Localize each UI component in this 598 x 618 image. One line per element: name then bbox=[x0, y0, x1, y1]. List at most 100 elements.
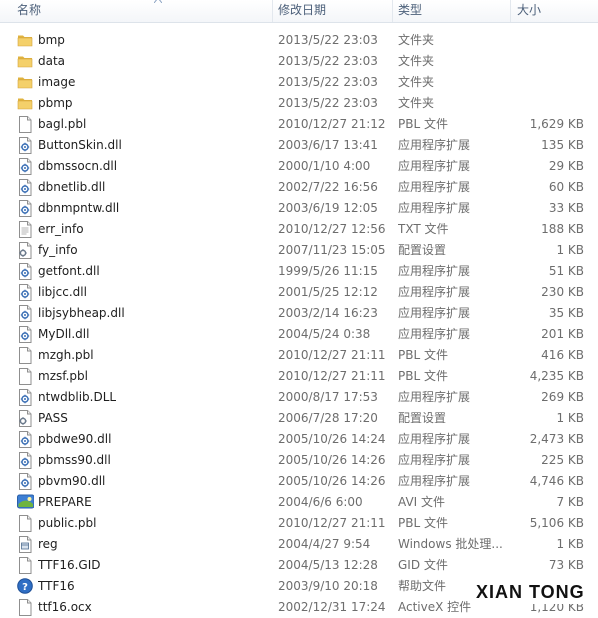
file-row-dbnetlib-dll[interactable]: dbnetlib.dll 2002/7/22 16:56 应用程序扩展 60 KB bbox=[0, 177, 598, 198]
column-header-type[interactable]: 类型 bbox=[398, 0, 506, 22]
file-size: 135 KB bbox=[541, 138, 584, 152]
file-size: 416 KB bbox=[541, 348, 584, 362]
file-name: pbdwe90.dll bbox=[38, 432, 112, 446]
file-row-mzgh-pbl[interactable]: mzgh.pbl 2010/12/27 21:11 PBL 文件 416 KB bbox=[0, 345, 598, 366]
file-name: MyDll.dll bbox=[38, 327, 90, 341]
file-type: 应用程序扩展 bbox=[398, 474, 471, 488]
file-icon bbox=[17, 597, 34, 618]
column-separator[interactable] bbox=[272, 0, 273, 22]
file-modified-date: 2004/4/27 9:54 bbox=[278, 537, 371, 551]
dll-icon bbox=[17, 429, 34, 450]
column-header-name[interactable]: 名称 bbox=[17, 0, 272, 22]
file-row-public-pbl[interactable]: public.pbl 2010/12/27 21:11 PBL 文件 5,106 KB bbox=[0, 513, 598, 534]
file-row-libjsybheap-dll[interactable]: libjsybheap.dll 2003/2/14 16:23 应用程序扩展 35 K… bbox=[0, 303, 598, 324]
file-modified-date: 2001/5/25 12:12 bbox=[278, 285, 378, 299]
file-modified-date: 2003/2/14 16:23 bbox=[278, 306, 378, 320]
file-modified-date: 2010/12/27 12:56 bbox=[278, 222, 386, 236]
column-header-size[interactable]: 大小 bbox=[517, 0, 597, 22]
file-size bbox=[510, 51, 584, 72]
file-size: 188 KB bbox=[541, 222, 584, 236]
file-row-ttf16-gid[interactable]: TTF16.GID 2004/5/13 12:28 GID 文件 73 KB bbox=[0, 555, 598, 576]
dll-icon bbox=[17, 471, 34, 492]
file-name: public.pbl bbox=[38, 516, 97, 530]
config-file-icon bbox=[17, 408, 34, 429]
file-size: 5,106 KB bbox=[529, 516, 584, 530]
file-modified-date: 2003/6/17 13:41 bbox=[278, 138, 378, 152]
file-type: 文件夹 bbox=[398, 75, 435, 89]
file-size: 1 KB bbox=[556, 537, 584, 551]
file-name: data bbox=[38, 54, 66, 68]
file-row-mydll-dll[interactable]: MyDll.dll 2004/5/24 0:38 应用程序扩展 201 KB bbox=[0, 324, 598, 345]
file-type: 应用程序扩展 bbox=[398, 453, 471, 467]
file-size: 73 KB bbox=[548, 558, 584, 572]
column-header-size-label: 大小 bbox=[517, 3, 542, 17]
file-modified-date: 2005/10/26 14:26 bbox=[278, 453, 386, 467]
file-modified-date: 2010/12/27 21:11 bbox=[278, 348, 386, 362]
help-file-icon: ? bbox=[17, 576, 34, 597]
file-size bbox=[510, 72, 584, 93]
file-name: ttf16.ocx bbox=[38, 600, 92, 614]
file-modified-date: 2013/5/22 23:03 bbox=[278, 33, 378, 47]
file-type: AVI 文件 bbox=[398, 495, 446, 509]
column-header-date-label: 修改日期 bbox=[278, 3, 327, 17]
column-header-date[interactable]: 修改日期 bbox=[278, 0, 390, 22]
file-row-image[interactable]: image 2013/5/22 23:03 文件夹 bbox=[0, 72, 598, 93]
file-row-dbnmpntw-dll[interactable]: dbnmpntw.dll 2003/6/19 12:05 应用程序扩展 33 KB bbox=[0, 198, 598, 219]
file-modified-date: 2002/12/31 17:24 bbox=[278, 600, 386, 614]
file-row-fy-info[interactable]: fy_info 2007/11/23 15:05 配置设置 1 KB bbox=[0, 240, 598, 261]
file-row-pbdwe90-dll[interactable]: pbdwe90.dll 2005/10/26 14:24 应用程序扩展 2,473 K… bbox=[0, 429, 598, 450]
file-name: bagl.pbl bbox=[38, 117, 87, 131]
file-modified-date: 2006/7/28 17:20 bbox=[278, 411, 378, 425]
file-row-pbmss90-dll[interactable]: pbmss90.dll 2005/10/26 14:26 应用程序扩展 225 KB bbox=[0, 450, 598, 471]
file-row-err-info[interactable]: err_info 2010/12/27 12:56 TXT 文件 188 KB bbox=[0, 219, 598, 240]
dll-icon bbox=[17, 261, 34, 282]
file-type: 应用程序扩展 bbox=[398, 201, 471, 215]
file-name: libjcc.dll bbox=[38, 285, 87, 299]
file-row-mzsf-pbl[interactable]: mzsf.pbl 2010/12/27 21:11 PBL 文件 4,235 KB bbox=[0, 366, 598, 387]
file-name: pbmss90.dll bbox=[38, 453, 111, 467]
column-separator[interactable] bbox=[392, 0, 393, 22]
file-type: 应用程序扩展 bbox=[398, 138, 471, 152]
file-row-pass[interactable]: PASS 2006/7/28 17:20 配置设置 1 KB bbox=[0, 408, 598, 429]
file-row-libjcc-dll[interactable]: libjcc.dll 2001/5/25 12:12 应用程序扩展 230 KB bbox=[0, 282, 598, 303]
file-modified-date: 2000/1/10 4:00 bbox=[278, 159, 371, 173]
file-row-reg[interactable]: reg 2004/4/27 9:54 Windows 批处理... 1 KB bbox=[0, 534, 598, 555]
dll-icon bbox=[17, 324, 34, 345]
file-type: 应用程序扩展 bbox=[398, 159, 471, 173]
dll-icon bbox=[17, 387, 34, 408]
file-modified-date: 2003/6/19 12:05 bbox=[278, 201, 378, 215]
file-type: 文件夹 bbox=[398, 54, 435, 68]
config-file-icon bbox=[17, 240, 34, 261]
file-size: 1 KB bbox=[556, 411, 584, 425]
dll-icon bbox=[17, 282, 34, 303]
file-row-bagl-pbl[interactable]: bagl.pbl 2010/12/27 21:12 PBL 文件 1,629 KB bbox=[0, 114, 598, 135]
file-row-pbvm90-dll[interactable]: pbvm90.dll 2005/10/26 14:26 应用程序扩展 4,746 KB bbox=[0, 471, 598, 492]
file-row-pbmp[interactable]: pbmp 2013/5/22 23:03 文件夹 bbox=[0, 93, 598, 114]
file-size: 269 KB bbox=[541, 390, 584, 404]
file-size: 230 KB bbox=[541, 285, 584, 299]
dll-icon bbox=[17, 156, 34, 177]
dll-icon bbox=[17, 198, 34, 219]
file-type: 应用程序扩展 bbox=[398, 390, 471, 404]
file-icon bbox=[17, 513, 34, 534]
video-file-icon bbox=[17, 492, 34, 513]
file-type: GID 文件 bbox=[398, 558, 448, 572]
file-name: dbnetlib.dll bbox=[38, 180, 106, 194]
file-modified-date: 2010/12/27 21:11 bbox=[278, 516, 386, 530]
column-separator[interactable] bbox=[510, 0, 511, 22]
sort-ascending-icon bbox=[154, 0, 162, 3]
file-row-ntwdblib-dll[interactable]: ntwdblib.DLL 2000/8/17 17:53 应用程序扩展 269 KB bbox=[0, 387, 598, 408]
file-row-data[interactable]: data 2013/5/22 23:03 文件夹 bbox=[0, 51, 598, 72]
file-name: dbnmpntw.dll bbox=[38, 201, 120, 215]
file-modified-date: 2010/12/27 21:11 bbox=[278, 369, 386, 383]
file-row-prepare[interactable]: PREPARE 2004/6/6 6:00 AVI 文件 7 KB bbox=[0, 492, 598, 513]
file-row-bmp[interactable]: bmp 2013/5/22 23:03 文件夹 bbox=[0, 30, 598, 51]
folder-icon bbox=[17, 30, 34, 51]
file-row-getfont-dll[interactable]: getfont.dll 1999/5/26 11:15 应用程序扩展 51 KB bbox=[0, 261, 598, 282]
file-name: pbvm90.dll bbox=[38, 474, 106, 488]
file-modified-date: 2003/9/10 20:18 bbox=[278, 579, 378, 593]
file-name: libjsybheap.dll bbox=[38, 306, 125, 320]
file-row-dbmssocn-dll[interactable]: dbmssocn.dll 2000/1/10 4:00 应用程序扩展 29 KB bbox=[0, 156, 598, 177]
file-type: 配置设置 bbox=[398, 243, 447, 257]
file-row-buttonskin-dll[interactable]: ButtonSkin.dll 2003/6/17 13:41 应用程序扩展 135 K… bbox=[0, 135, 598, 156]
